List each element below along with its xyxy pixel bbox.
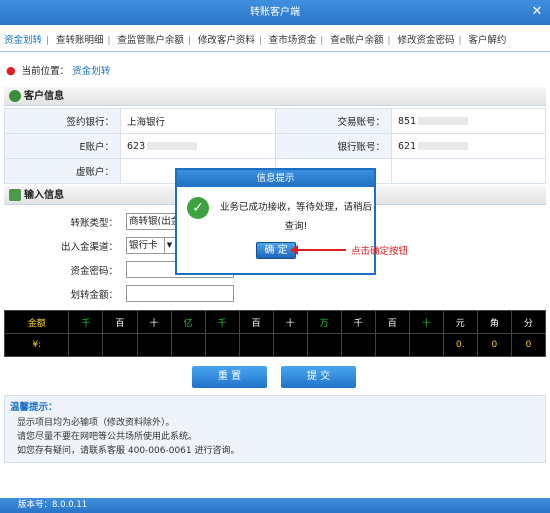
tab-e-balance[interactable]: 查e账户余额 — [326, 30, 387, 51]
digit-cell — [374, 333, 410, 357]
tab-separator: | — [46, 36, 50, 46]
sign-bank-value: 上海银行 — [120, 108, 276, 134]
chevron-down-icon: ▼ — [164, 238, 174, 253]
virtual-account-label: 虚账户： — [4, 158, 121, 184]
breadcrumb: ● 当前位置： 资金划转 — [6, 62, 110, 80]
amount-label: 划转金额： — [70, 290, 118, 301]
tab-edit-customer[interactable]: 修改客户资料 — [194, 30, 259, 51]
tab-transfer-detail[interactable]: 查转账明细 — [52, 30, 108, 51]
close-icon[interactable]: ✕ — [530, 5, 544, 19]
window-titlebar: 转账客户端 ✕ — [0, 0, 550, 25]
tab-supervised-balance[interactable]: 查监管账户余额 — [113, 30, 188, 51]
unit-cell: 千 — [204, 310, 240, 334]
tips-title: 温馨提示： — [10, 402, 58, 413]
version-label: 版本号：8.0.0.11 — [18, 500, 88, 510]
amount-input[interactable] — [126, 285, 234, 302]
nav-tabs: 资金划转 | 查转账明细 | 查监管账户余额 | 修改客户资料 | 查市场资金 | 查e账… — [0, 30, 550, 52]
currency-symbol: ¥: — [3, 333, 70, 357]
breadcrumb-current[interactable]: 资金划转 — [72, 66, 110, 77]
unit-cell: 亿 — [170, 310, 206, 334]
masked-digits — [418, 117, 469, 125]
digit-cell — [204, 333, 240, 357]
unit-cell: 千 — [68, 310, 104, 334]
reset-button[interactable]: 重 置 — [192, 366, 267, 388]
digit-cell — [136, 333, 172, 357]
breadcrumb-label: 当前位置： — [21, 66, 70, 77]
unit-cell: 十 — [136, 310, 172, 334]
digit-cell — [306, 333, 342, 357]
digit-cell: 0 — [510, 333, 547, 357]
window-title: 转账客户端 — [250, 7, 300, 18]
unit-cell: 十 — [272, 310, 308, 334]
customer-info-title: 客户信息 — [24, 91, 64, 102]
tab-change-password[interactable]: 修改资金密码 — [393, 30, 458, 51]
digit-cell — [340, 333, 376, 357]
status-bar: 版本号：8.0.0.11 — [0, 498, 550, 513]
e-account-label: E账户： — [4, 133, 121, 159]
unit-cell: 百 — [102, 310, 138, 334]
tab-separator: | — [458, 36, 462, 46]
tip-line: 请您尽量不要在网吧等公共场所使用此系统。 — [17, 432, 198, 442]
info-dialog: 信息提示 ✓ 业务已成功接收，等待处理，请稍后查询! 确 定 — [175, 168, 376, 275]
digit-cell — [170, 333, 206, 357]
dialog-title: 信息提示 — [177, 170, 374, 187]
trade-account-label: 交易账号： — [275, 108, 392, 134]
channel-value: 银行卡 — [129, 240, 158, 251]
tip-line: 显示项目均为必输项（修改资料除外）。 — [17, 418, 175, 428]
dialog-message: 业务已成功接收，等待处理，请稍后查询! — [219, 202, 372, 232]
digit-cell — [102, 333, 138, 357]
digit-cell — [238, 333, 274, 357]
amount-caption: 金额 — [3, 310, 70, 334]
unit-cell: 万 — [306, 310, 342, 334]
tab-separator: | — [387, 36, 391, 46]
unit-cell: 千 — [340, 310, 376, 334]
amount-grid: 金额 千 百 十 亿 千 百 十 万 千 百 十 元 角 分 ¥: 0. 0 0 — [3, 310, 547, 357]
unit-cell: 十 — [408, 310, 444, 334]
trade-account-cell: 851 — [391, 108, 546, 134]
unit-cell: 分 — [510, 310, 547, 334]
trade-account-value: 851 — [398, 115, 417, 127]
user-icon — [9, 90, 21, 102]
masked-digits — [147, 142, 198, 150]
arrow-icon — [290, 245, 346, 255]
digit-cell: 0 — [476, 333, 512, 357]
sign-bank-label: 签约银行： — [4, 108, 121, 134]
bank-account-label: 银行账号： — [275, 133, 392, 159]
empty-cell — [391, 158, 546, 184]
tab-market-funds[interactable]: 查市场资金 — [265, 30, 321, 51]
transfer-type-label: 转账类型： — [70, 218, 118, 229]
tab-fund-transfer[interactable]: 资金划转 — [0, 30, 46, 51]
digit-cell — [68, 333, 104, 357]
unit-cell: 百 — [374, 310, 410, 334]
masked-digits — [418, 142, 469, 150]
tab-separator: | — [258, 36, 262, 46]
tab-separator: | — [107, 36, 111, 46]
unit-cell: 元 — [442, 310, 478, 334]
unit-cell: 角 — [476, 310, 512, 334]
bank-account-value: 621 — [398, 140, 417, 152]
checkmark-icon: ✓ — [187, 197, 209, 219]
tips-panel: 温馨提示： 显示项目均为必输项（修改资料除外）。 请您尽量不要在网吧等公共场所使… — [4, 395, 546, 463]
digit-cell: 0. — [442, 333, 478, 357]
customer-info-header: 客户信息 — [4, 87, 546, 106]
annotation-text: 点击确定按钮 — [351, 246, 409, 257]
tab-cancel-contract[interactable]: 客户解约 — [464, 30, 510, 51]
submit-button[interactable]: 提 交 — [281, 366, 356, 388]
password-label: 资金密码： — [70, 266, 118, 277]
unit-cell: 百 — [238, 310, 274, 334]
tip-line: 如您存有疑问，请联系客服 400-006-0061 进行咨询。 — [17, 446, 240, 456]
tab-separator: | — [320, 36, 324, 46]
e-account-cell: 623 — [120, 133, 276, 159]
input-info-title: 输入信息 — [24, 190, 64, 201]
location-pin-icon: ● — [6, 64, 16, 77]
tab-separator: | — [187, 36, 191, 46]
digit-cell — [272, 333, 308, 357]
edit-icon — [9, 189, 21, 201]
channel-select[interactable]: 银行卡 ▼ — [126, 237, 176, 254]
e-account-value: 623 — [127, 140, 146, 152]
bank-account-cell: 621 — [391, 133, 546, 159]
channel-label: 出入金渠道： — [60, 242, 118, 253]
digit-cell — [408, 333, 444, 357]
